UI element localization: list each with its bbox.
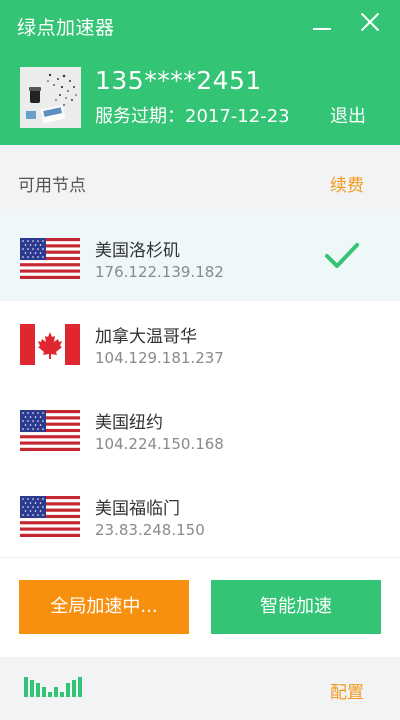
avatar-photo-icon [20, 67, 81, 128]
canada-flag-icon [20, 324, 80, 365]
us-flag-icon [20, 410, 80, 451]
node-item[interactable]: 加拿大温哥华 104.129.181.237 [0, 301, 400, 387]
checkmark-icon [325, 243, 359, 268]
action-area: 全局加速中... 智能加速 [0, 557, 400, 657]
close-icon[interactable] [360, 12, 380, 32]
minimize-icon[interactable] [313, 28, 331, 30]
speed-bars-icon [24, 677, 82, 697]
us-flag-icon [20, 496, 80, 537]
node-ip: 104.224.150.168 [95, 435, 224, 453]
node-ip: 176.122.139.182 [95, 263, 224, 281]
node-name: 加拿大温哥华 [95, 327, 197, 347]
node-item[interactable]: 美国洛杉矶 176.122.139.182 [0, 215, 400, 301]
global-accelerate-button[interactable]: 全局加速中... [19, 580, 189, 634]
node-ip: 104.129.181.237 [95, 349, 224, 367]
expiry-date: 服务过期：2017-12-23 [95, 106, 290, 127]
renew-button[interactable]: 续费 [330, 171, 364, 196]
header: 绿点加速器 135****2451 服务过期：2017-12-23 退出 [0, 0, 400, 145]
node-name: 美国洛杉矶 [95, 241, 180, 261]
node-ip: 23.83.248.150 [95, 521, 205, 539]
us-flag-icon [20, 238, 80, 279]
section-title: 可用节点 [18, 176, 86, 196]
logout-button[interactable]: 退出 [330, 102, 366, 128]
node-name: 美国纽约 [95, 413, 163, 433]
node-item[interactable]: 美国福临门 23.83.248.150 [0, 473, 400, 559]
node-name: 美国福临门 [95, 499, 180, 519]
avatar[interactable] [20, 67, 81, 128]
settings-button[interactable]: 配置 [330, 678, 364, 703]
nodes-section-bar: 可用节点 续费 [0, 145, 400, 215]
node-list: 美国洛杉矶 176.122.139.182 加拿大温哥华 104.129.181… [0, 215, 400, 557]
smart-accelerate-button[interactable]: 智能加速 [211, 580, 381, 634]
node-item[interactable]: 美国纽约 104.224.150.168 [0, 387, 400, 473]
app-title: 绿点加速器 [17, 17, 115, 39]
user-phone: 135****2451 [95, 66, 262, 95]
footer: 配置 [0, 657, 400, 720]
